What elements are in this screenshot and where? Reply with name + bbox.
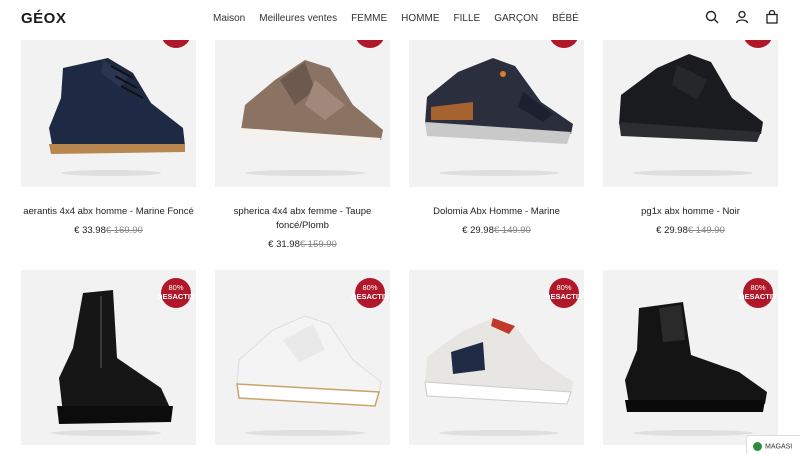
shoe-image bbox=[424, 318, 573, 405]
shoe-shadow bbox=[51, 430, 161, 436]
shoe-image bbox=[619, 54, 763, 142]
shoe-shadow bbox=[439, 430, 559, 436]
nav-bebe[interactable]: BÉBÉ bbox=[552, 13, 579, 24]
header-icons bbox=[705, 9, 779, 24]
shoe-shadow bbox=[633, 170, 753, 176]
nav-maison[interactable]: Maison bbox=[213, 13, 245, 24]
store-label: MAGASI bbox=[765, 443, 793, 451]
product-image[interactable]: 80%DESACTIV bbox=[409, 270, 584, 445]
site-header: GÉOX Maison Meilleures ventes FEMME HOMM… bbox=[0, 0, 800, 40]
logo[interactable]: GÉOX bbox=[21, 10, 66, 27]
shoe-shadow bbox=[245, 170, 365, 176]
discount-badge: 80%DESACTIV bbox=[351, 278, 389, 308]
nav-garcon[interactable]: GARÇON bbox=[494, 13, 538, 24]
shoe-image bbox=[49, 58, 185, 154]
shoe-image bbox=[425, 58, 573, 144]
shield-check-icon bbox=[753, 442, 762, 451]
product-name[interactable]: spherica 4x4 abx femme - Taupe foncé/Plo… bbox=[215, 205, 390, 233]
shoe-image bbox=[236, 315, 382, 407]
shoe-image bbox=[57, 290, 173, 424]
product-image[interactable]: 80%DESACTIV bbox=[215, 270, 390, 445]
product-image[interactable]: 80%DESACTIV bbox=[21, 270, 196, 445]
store-widget[interactable]: MAGASI bbox=[746, 435, 800, 454]
product-price: € 33.98€ 169.90 bbox=[74, 225, 143, 236]
product-name[interactable]: aerantis 4x4 abx homme - Marine Foncé bbox=[21, 205, 196, 219]
nav-femme[interactable]: FEMME bbox=[351, 13, 387, 24]
product-price: € 31.98€ 159.90 bbox=[268, 239, 337, 250]
nav-fille[interactable]: FILLE bbox=[454, 13, 481, 24]
nav-homme[interactable]: HOMME bbox=[401, 13, 439, 24]
bag-icon[interactable] bbox=[765, 9, 779, 24]
user-icon[interactable] bbox=[735, 10, 749, 24]
product-name[interactable]: pg1x abx homme - Noir bbox=[603, 205, 778, 219]
nav-best-sellers[interactable]: Meilleures ventes bbox=[259, 13, 337, 24]
main-nav: Maison Meilleures ventes FEMME HOMME FIL… bbox=[213, 13, 593, 24]
shoe-shadow bbox=[245, 430, 365, 436]
product-image[interactable]: 80%DESACTIV bbox=[603, 270, 778, 445]
product-price: € 29.98€ 149.90 bbox=[656, 225, 725, 236]
shoe-shadow bbox=[439, 170, 559, 176]
shoe-shadow bbox=[61, 170, 161, 176]
product-name[interactable]: Dolomia Abx Homme - Marine bbox=[409, 205, 584, 219]
search-icon[interactable] bbox=[705, 10, 719, 24]
shoe-image bbox=[625, 302, 767, 412]
shoe-shadow bbox=[633, 430, 753, 436]
product-price: € 29.98€ 149.90 bbox=[462, 225, 531, 236]
discount-badge: 80%DESACTIV bbox=[545, 278, 583, 308]
shoe-image bbox=[239, 60, 383, 148]
